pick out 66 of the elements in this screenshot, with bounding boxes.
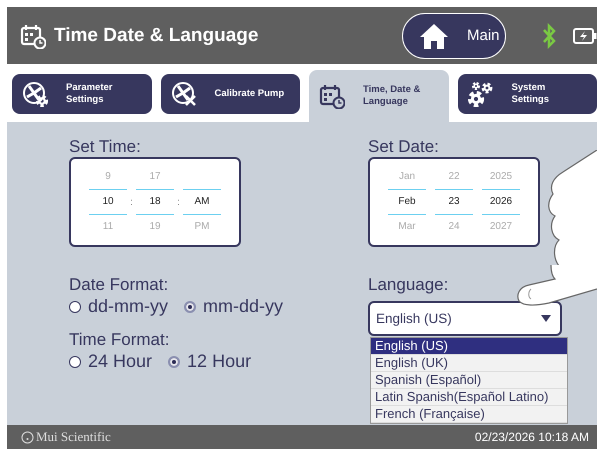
picker-value: 17 xyxy=(148,170,162,184)
section-label: Set Time: xyxy=(69,137,142,157)
radio-option[interactable]: 12 Hour xyxy=(168,351,252,372)
radio-button[interactable] xyxy=(69,356,81,368)
section-label: Date Format: xyxy=(69,275,170,295)
radio-label: 12 Hour xyxy=(187,351,252,372)
radio-button[interactable] xyxy=(184,300,196,312)
fan-gear-icon xyxy=(22,81,48,107)
picker-value: 2027 xyxy=(488,220,514,234)
battery-charging-icon xyxy=(573,28,597,44)
picker-value: Feb xyxy=(388,189,426,215)
dropdown-option[interactable]: French (Française) xyxy=(371,406,567,423)
picker-value: AM xyxy=(183,189,221,215)
section-label: Set Date: xyxy=(368,137,440,157)
picker-value: 9 xyxy=(104,170,112,184)
picker-value: 22 xyxy=(447,170,461,184)
picker-value: Mar xyxy=(397,220,417,234)
radio-option[interactable]: mm-dd-yy xyxy=(184,296,283,317)
dropdown-option[interactable]: English (US) xyxy=(371,338,567,355)
radio-label: 24 Hour xyxy=(88,351,152,372)
dropdown-option[interactable]: Latin Spanish(Español Latino) xyxy=(371,389,567,406)
separator-colon: : xyxy=(129,196,134,208)
picker-value: 10 xyxy=(89,189,127,215)
radio-label: dd-mm-yy xyxy=(88,296,168,317)
tab[interactable]: System Settings xyxy=(458,74,597,114)
bluetooth-icon xyxy=(542,22,556,48)
picker-value: 11 xyxy=(102,220,114,234)
language-dropdown[interactable]: English (US) xyxy=(368,301,562,336)
picker-value: 2025 xyxy=(488,170,514,184)
radio-option[interactable]: dd-mm-yy xyxy=(69,296,168,317)
home-icon xyxy=(419,22,449,50)
picker-value: PM xyxy=(194,220,210,234)
picker-wheel[interactable]: Jan Feb Mar xyxy=(388,165,426,239)
tab[interactable]: Parameter Settings xyxy=(12,74,152,114)
fan-wrench-icon xyxy=(170,81,196,107)
picker-value: 23 xyxy=(435,189,473,215)
separator-colon: : xyxy=(176,196,181,208)
picker-wheel[interactable]: 9 10 11 xyxy=(89,165,127,239)
tab[interactable]: Calibrate Pump xyxy=(160,74,300,114)
radio-button[interactable] xyxy=(168,356,180,368)
radio-button[interactable] xyxy=(69,300,81,312)
dropdown-option[interactable]: English (UK) xyxy=(371,355,567,372)
caret-icon xyxy=(540,314,552,323)
brand-logo-icon xyxy=(21,430,34,444)
picker-value: 18 xyxy=(136,189,174,215)
section-label: Time Format: xyxy=(69,330,170,350)
radio-option[interactable]: 24 Hour xyxy=(69,351,152,372)
section-label: Language: xyxy=(368,275,450,295)
picker-wheel[interactable]: 17 18 19 xyxy=(136,165,174,239)
brand-name: Mui Scientific xyxy=(36,429,111,445)
calendar-clock-icon xyxy=(319,83,345,109)
main-button[interactable]: Main xyxy=(402,12,506,58)
picker-value: 2026 xyxy=(482,189,520,215)
calendar-clock-icon xyxy=(20,22,46,48)
gears-icon xyxy=(468,81,494,107)
picker-wheel[interactable]: 22 23 24 xyxy=(435,165,473,239)
picker-value: 19 xyxy=(148,220,162,234)
window-title: Time Date & Language xyxy=(54,24,260,46)
picker-value: Jan xyxy=(398,170,416,184)
picker-value: 24 xyxy=(447,220,461,234)
dropdown-option[interactable]: Spanish (Español) xyxy=(371,372,567,389)
date-time: 02/23/2026 10:18 AM xyxy=(474,430,589,444)
tab[interactable]: Time, Date & Language xyxy=(309,70,448,122)
picker-wheel[interactable]: AM PM xyxy=(183,165,221,239)
picker-wheel[interactable]: 2025 2026 2027 xyxy=(482,165,520,239)
radio-label: mm-dd-yy xyxy=(203,296,283,317)
